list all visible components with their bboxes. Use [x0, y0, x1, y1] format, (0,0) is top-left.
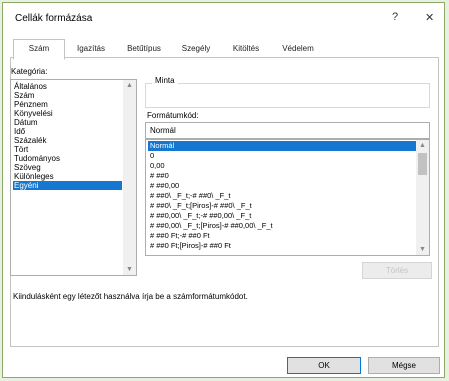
category-scrollbar[interactable]: ▲ ▼ — [123, 80, 136, 275]
format-code-label: Formátumkód: — [147, 111, 199, 120]
format-item[interactable]: 0 — [148, 151, 418, 161]
format-code-input[interactable]: Normál — [145, 122, 430, 139]
cancel-button[interactable]: Mégse — [368, 357, 440, 374]
category-item[interactable]: Tudományos — [13, 154, 122, 163]
category-item[interactable]: Dátum — [13, 118, 122, 127]
format-code-list[interactable]: Normál 0 0,00 # ##0 # ##0,00 # ##0\ _F_t… — [145, 139, 430, 256]
format-item-selected[interactable]: Normál — [148, 141, 418, 151]
category-item[interactable]: Általános — [13, 82, 122, 91]
close-icon[interactable]: ✕ — [425, 11, 434, 24]
tab-alignment[interactable]: Igazítás — [68, 40, 114, 57]
format-item[interactable]: # ##0 — [148, 171, 418, 181]
category-item[interactable]: Könyvelési — [13, 109, 122, 118]
sample-label: Minta — [152, 76, 178, 85]
tab-border[interactable]: Szegély — [174, 40, 218, 57]
category-label: Kategória: — [11, 67, 48, 76]
tab-font[interactable]: Betűtípus — [120, 40, 168, 57]
scroll-up-icon[interactable]: ▲ — [419, 142, 426, 149]
scroll-down-icon[interactable]: ▼ — [126, 266, 133, 273]
description-text: Kiindulásként egy létezőt használva írja… — [13, 292, 248, 301]
format-item[interactable]: # ##0,00 — [148, 181, 418, 191]
category-item[interactable]: Szöveg — [13, 163, 122, 172]
scroll-thumb[interactable] — [418, 153, 427, 175]
format-cells-dialog: Cellák formázása ? ✕ Szám Igazítás Betűt… — [2, 2, 445, 378]
format-item[interactable]: # ##0\ _F_t;[Piros]-# ##0\ _F_t — [148, 201, 418, 211]
format-item[interactable]: # ##0,00\ _F_t;-# ##0,00\ _F_t — [148, 211, 418, 221]
dialog-title: Cellák formázása — [15, 13, 93, 24]
format-item[interactable]: # ##0\ _F_t;-# ##0\ _F_t — [148, 191, 418, 201]
tab-protection[interactable]: Védelem — [274, 40, 322, 57]
category-item[interactable]: Tört — [13, 145, 122, 154]
scroll-up-icon[interactable]: ▲ — [126, 82, 133, 89]
category-item[interactable]: Szám — [13, 91, 122, 100]
format-item[interactable]: 0,00 — [148, 161, 418, 171]
format-item[interactable]: # ##0 Ft;-# ##0 Ft — [148, 231, 418, 241]
ok-button[interactable]: OK — [287, 357, 361, 374]
title-bar: Cellák formázása ? ✕ — [3, 3, 444, 33]
delete-button[interactable]: Törlés — [362, 262, 432, 279]
sample-box — [145, 83, 430, 108]
category-item[interactable]: Pénznem — [13, 100, 122, 109]
scroll-down-icon[interactable]: ▼ — [419, 246, 426, 253]
format-list-scrollbar[interactable]: ▲ ▼ — [416, 140, 429, 255]
format-item[interactable]: # ##0 Ft;[Piros]-# ##0 Ft — [148, 241, 418, 251]
category-list[interactable]: Általános Szám Pénznem Könyvelési Dátum … — [10, 79, 137, 276]
tab-number[interactable]: Szám — [13, 39, 65, 60]
category-item[interactable]: Idő — [13, 127, 122, 136]
category-item-selected[interactable]: Egyéni — [13, 181, 122, 190]
format-item[interactable]: # ##0,00\ _F_t;[Piros]-# ##0,00\ _F_t — [148, 221, 418, 231]
help-button[interactable]: ? — [392, 11, 398, 23]
tab-fill[interactable]: Kitöltés — [224, 40, 268, 57]
category-item[interactable]: Százalék — [13, 136, 122, 145]
category-item[interactable]: Különleges — [13, 172, 122, 181]
